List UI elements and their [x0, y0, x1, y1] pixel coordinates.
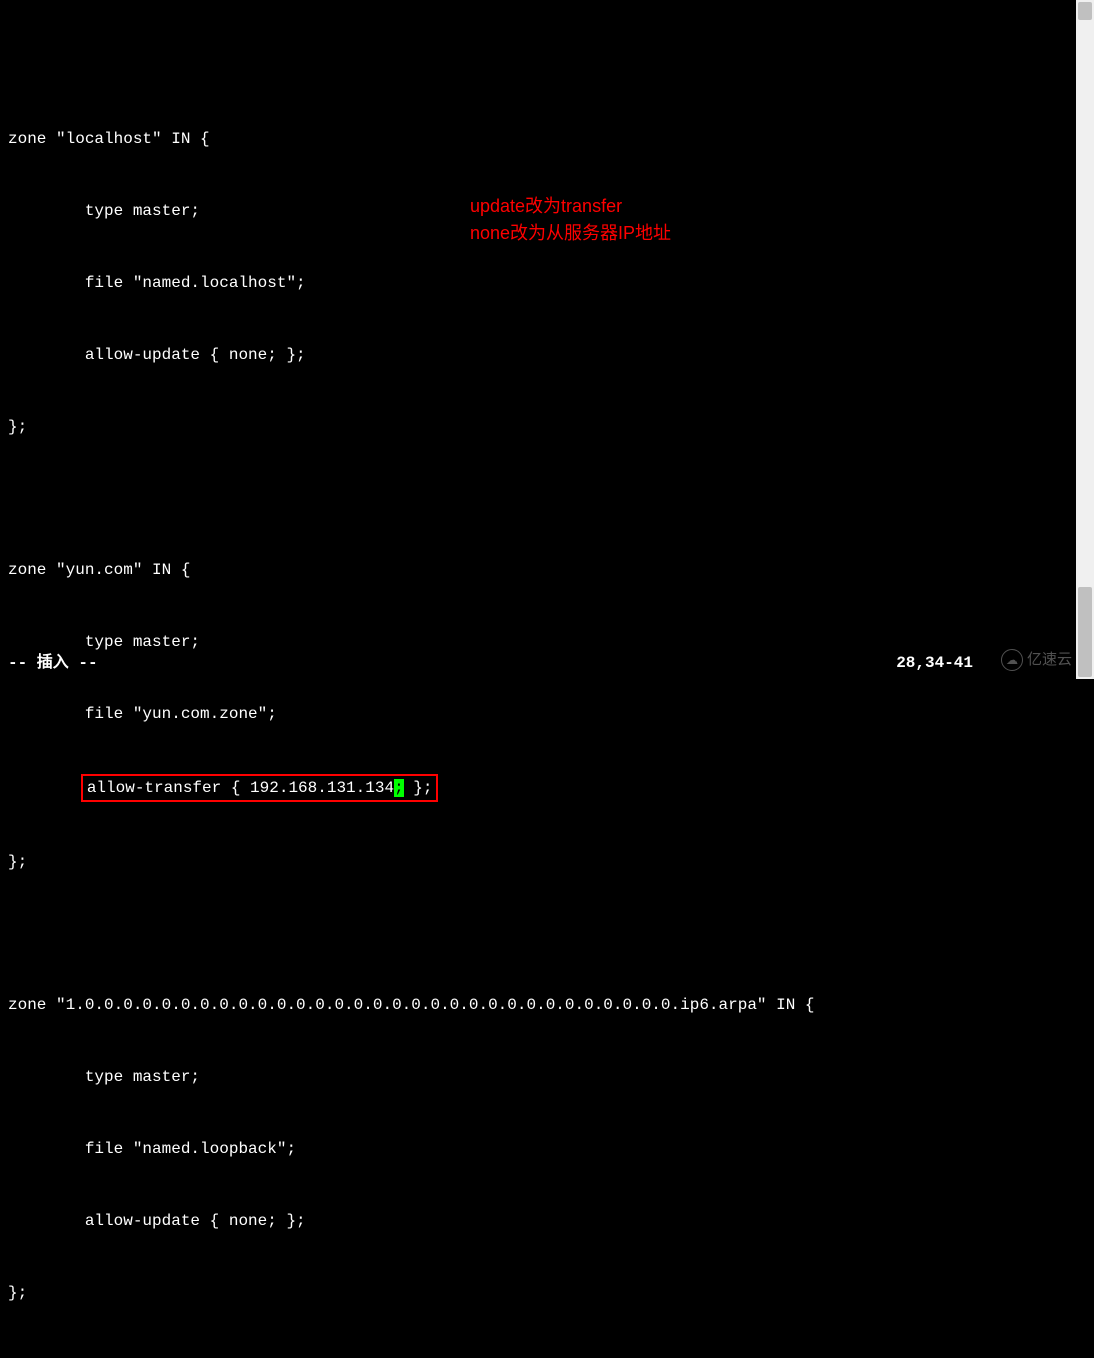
indent	[8, 779, 85, 797]
status-line: -- 插入 -- 28,34-41	[8, 651, 1063, 675]
code-text: };	[404, 779, 433, 797]
cursor: ;	[394, 779, 404, 797]
scroll-thumb[interactable]	[1078, 587, 1092, 677]
cloud-icon: ☁	[1001, 649, 1023, 671]
code-line: file "named.localhost";	[8, 271, 1067, 295]
code-line	[8, 487, 1067, 510]
scroll-up-button[interactable]	[1078, 2, 1092, 20]
watermark-text: 亿速云	[1027, 649, 1072, 672]
code-line: };	[8, 850, 1067, 874]
code-line: };	[8, 1281, 1067, 1305]
code-line: zone "1.0.0.0.0.0.0.0.0.0.0.0.0.0.0.0.0.…	[8, 993, 1067, 1017]
annotation-line2: none改为从服务器IP地址	[470, 220, 671, 247]
watermark: ☁ 亿速云	[1001, 649, 1072, 672]
code-line: zone "yun.com" IN {	[8, 558, 1067, 582]
annotation-line1: update改为transfer	[470, 193, 671, 220]
code-line: };	[8, 415, 1067, 439]
cursor-position: 28,34-41	[896, 651, 973, 675]
code-line: type master;	[8, 1065, 1067, 1089]
code-line: zone "localhost" IN {	[8, 127, 1067, 151]
annotation-text: update改为transfer none改为从服务器IP地址	[470, 193, 671, 247]
code-line	[8, 922, 1067, 945]
code-line: file "named.loopback";	[8, 1137, 1067, 1161]
code-editor[interactable]: zone "localhost" IN { type master; file …	[0, 0, 1075, 679]
vim-mode-indicator: -- 插入 --	[8, 651, 98, 675]
code-line-highlighted: allow-transfer { 192.168.131.134; };	[8, 774, 1067, 802]
highlight-box: allow-transfer { 192.168.131.134; };	[81, 774, 439, 802]
code-line: allow-update { none; };	[8, 343, 1067, 367]
code-line: file "yun.com.zone";	[8, 702, 1067, 726]
code-line	[8, 56, 1067, 79]
code-text: allow-transfer { 192.168.131.134	[87, 779, 394, 797]
code-line: allow-update { none; };	[8, 1209, 1067, 1233]
code-line	[8, 1353, 1067, 1358]
scrollbar[interactable]	[1076, 0, 1094, 679]
